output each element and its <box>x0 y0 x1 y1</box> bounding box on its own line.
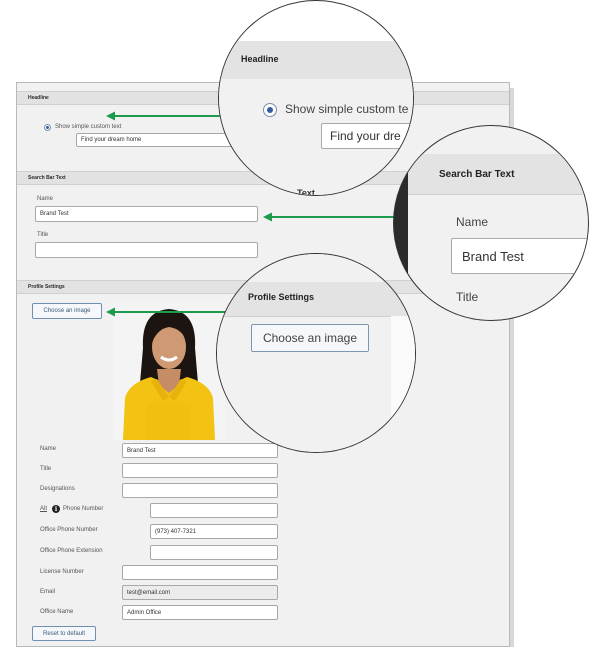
arrow-left-icon <box>263 212 272 222</box>
zoom1-radio-label: Show simple custom te <box>285 102 409 116</box>
zoom3-header-bar <box>217 282 415 317</box>
zoom2-name-label: Name <box>456 215 489 229</box>
radio-selected-icon <box>267 107 273 113</box>
zoom1-peek-text: Text <box>297 188 315 196</box>
zoom1-title: Headline <box>241 54 279 64</box>
arrow-left-icon <box>106 307 115 317</box>
zoom-callout-profile: Profile Settings Choose an image <box>216 253 416 453</box>
arrow-left-icon <box>106 111 115 121</box>
zoom2-title: Search Bar Text <box>439 169 515 180</box>
zoom2-title-label: Title <box>456 290 479 304</box>
zoom3-choose-image-button[interactable]: Choose an image <box>251 324 369 352</box>
zoom2-name-input[interactable]: Brand Test <box>451 238 588 274</box>
zoom3-title: Profile Settings <box>248 292 315 302</box>
zoom-callout-search-bar: Search Bar Text Name Brand Test Title <box>393 125 589 321</box>
zoom-callout-headline: Headline Show simple custom te Find your… <box>218 0 414 196</box>
zoom3-photo-edge <box>391 316 415 452</box>
zoom1-radio[interactable] <box>263 103 277 117</box>
zoom1-text-input[interactable]: Find your dre <box>321 123 413 149</box>
